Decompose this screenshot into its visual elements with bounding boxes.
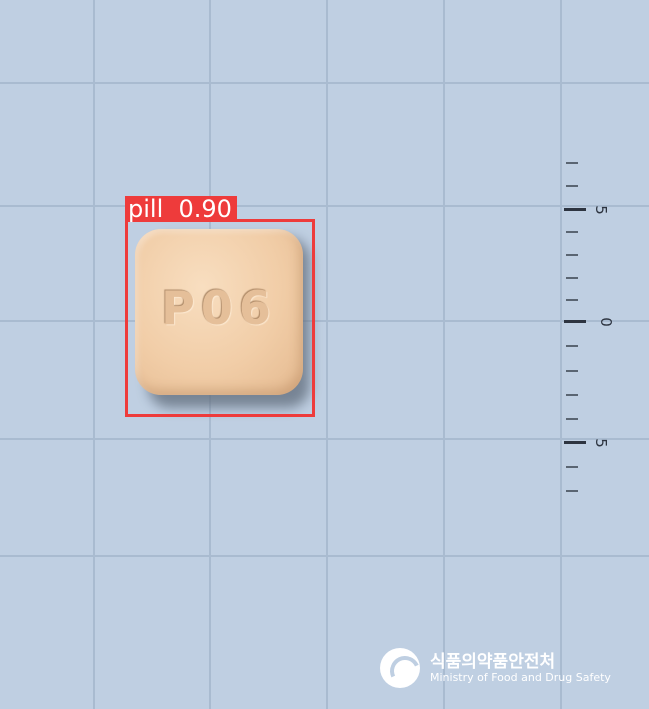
watermark-org-korean: 식품의약품안전처 — [430, 652, 556, 672]
watermark-org-english: Ministry of Food and Drug Safety — [430, 671, 611, 684]
grid-line — [0, 320, 649, 322]
scale-tick — [566, 394, 578, 396]
grid-line — [0, 205, 649, 207]
detection-bounding-box — [125, 219, 315, 417]
grid-line — [560, 0, 562, 709]
scale-tick — [566, 254, 578, 256]
scale-tick — [566, 345, 578, 347]
grid-line — [93, 0, 95, 709]
grid-line — [0, 555, 649, 557]
grid-line — [326, 0, 328, 709]
scale-tick — [566, 277, 578, 279]
grid-line — [0, 82, 649, 84]
scale-tick — [566, 418, 578, 420]
grid-line — [443, 0, 445, 709]
scale-label: 0 — [597, 317, 615, 327]
scale-tick-major — [564, 441, 586, 444]
scale-tick — [566, 370, 578, 372]
scale-label: 5 — [592, 438, 610, 448]
scale-tick — [566, 466, 578, 468]
scale-tick — [566, 185, 578, 187]
mfds-logo-icon — [380, 648, 425, 691]
scale-tick-major — [564, 208, 586, 211]
scale-tick — [566, 231, 578, 233]
scale-tick — [566, 299, 578, 301]
scale-tick-major — [564, 320, 586, 323]
detection-label: pill 0.90 — [125, 196, 237, 222]
photo-canvas: 5 0 5 P06 pill 0.90 식품의약품안전처 Ministry of… — [0, 0, 649, 709]
scale-tick — [566, 162, 578, 164]
grid-line — [0, 438, 649, 440]
scale-label: 5 — [592, 205, 610, 215]
scale-tick — [566, 490, 578, 492]
